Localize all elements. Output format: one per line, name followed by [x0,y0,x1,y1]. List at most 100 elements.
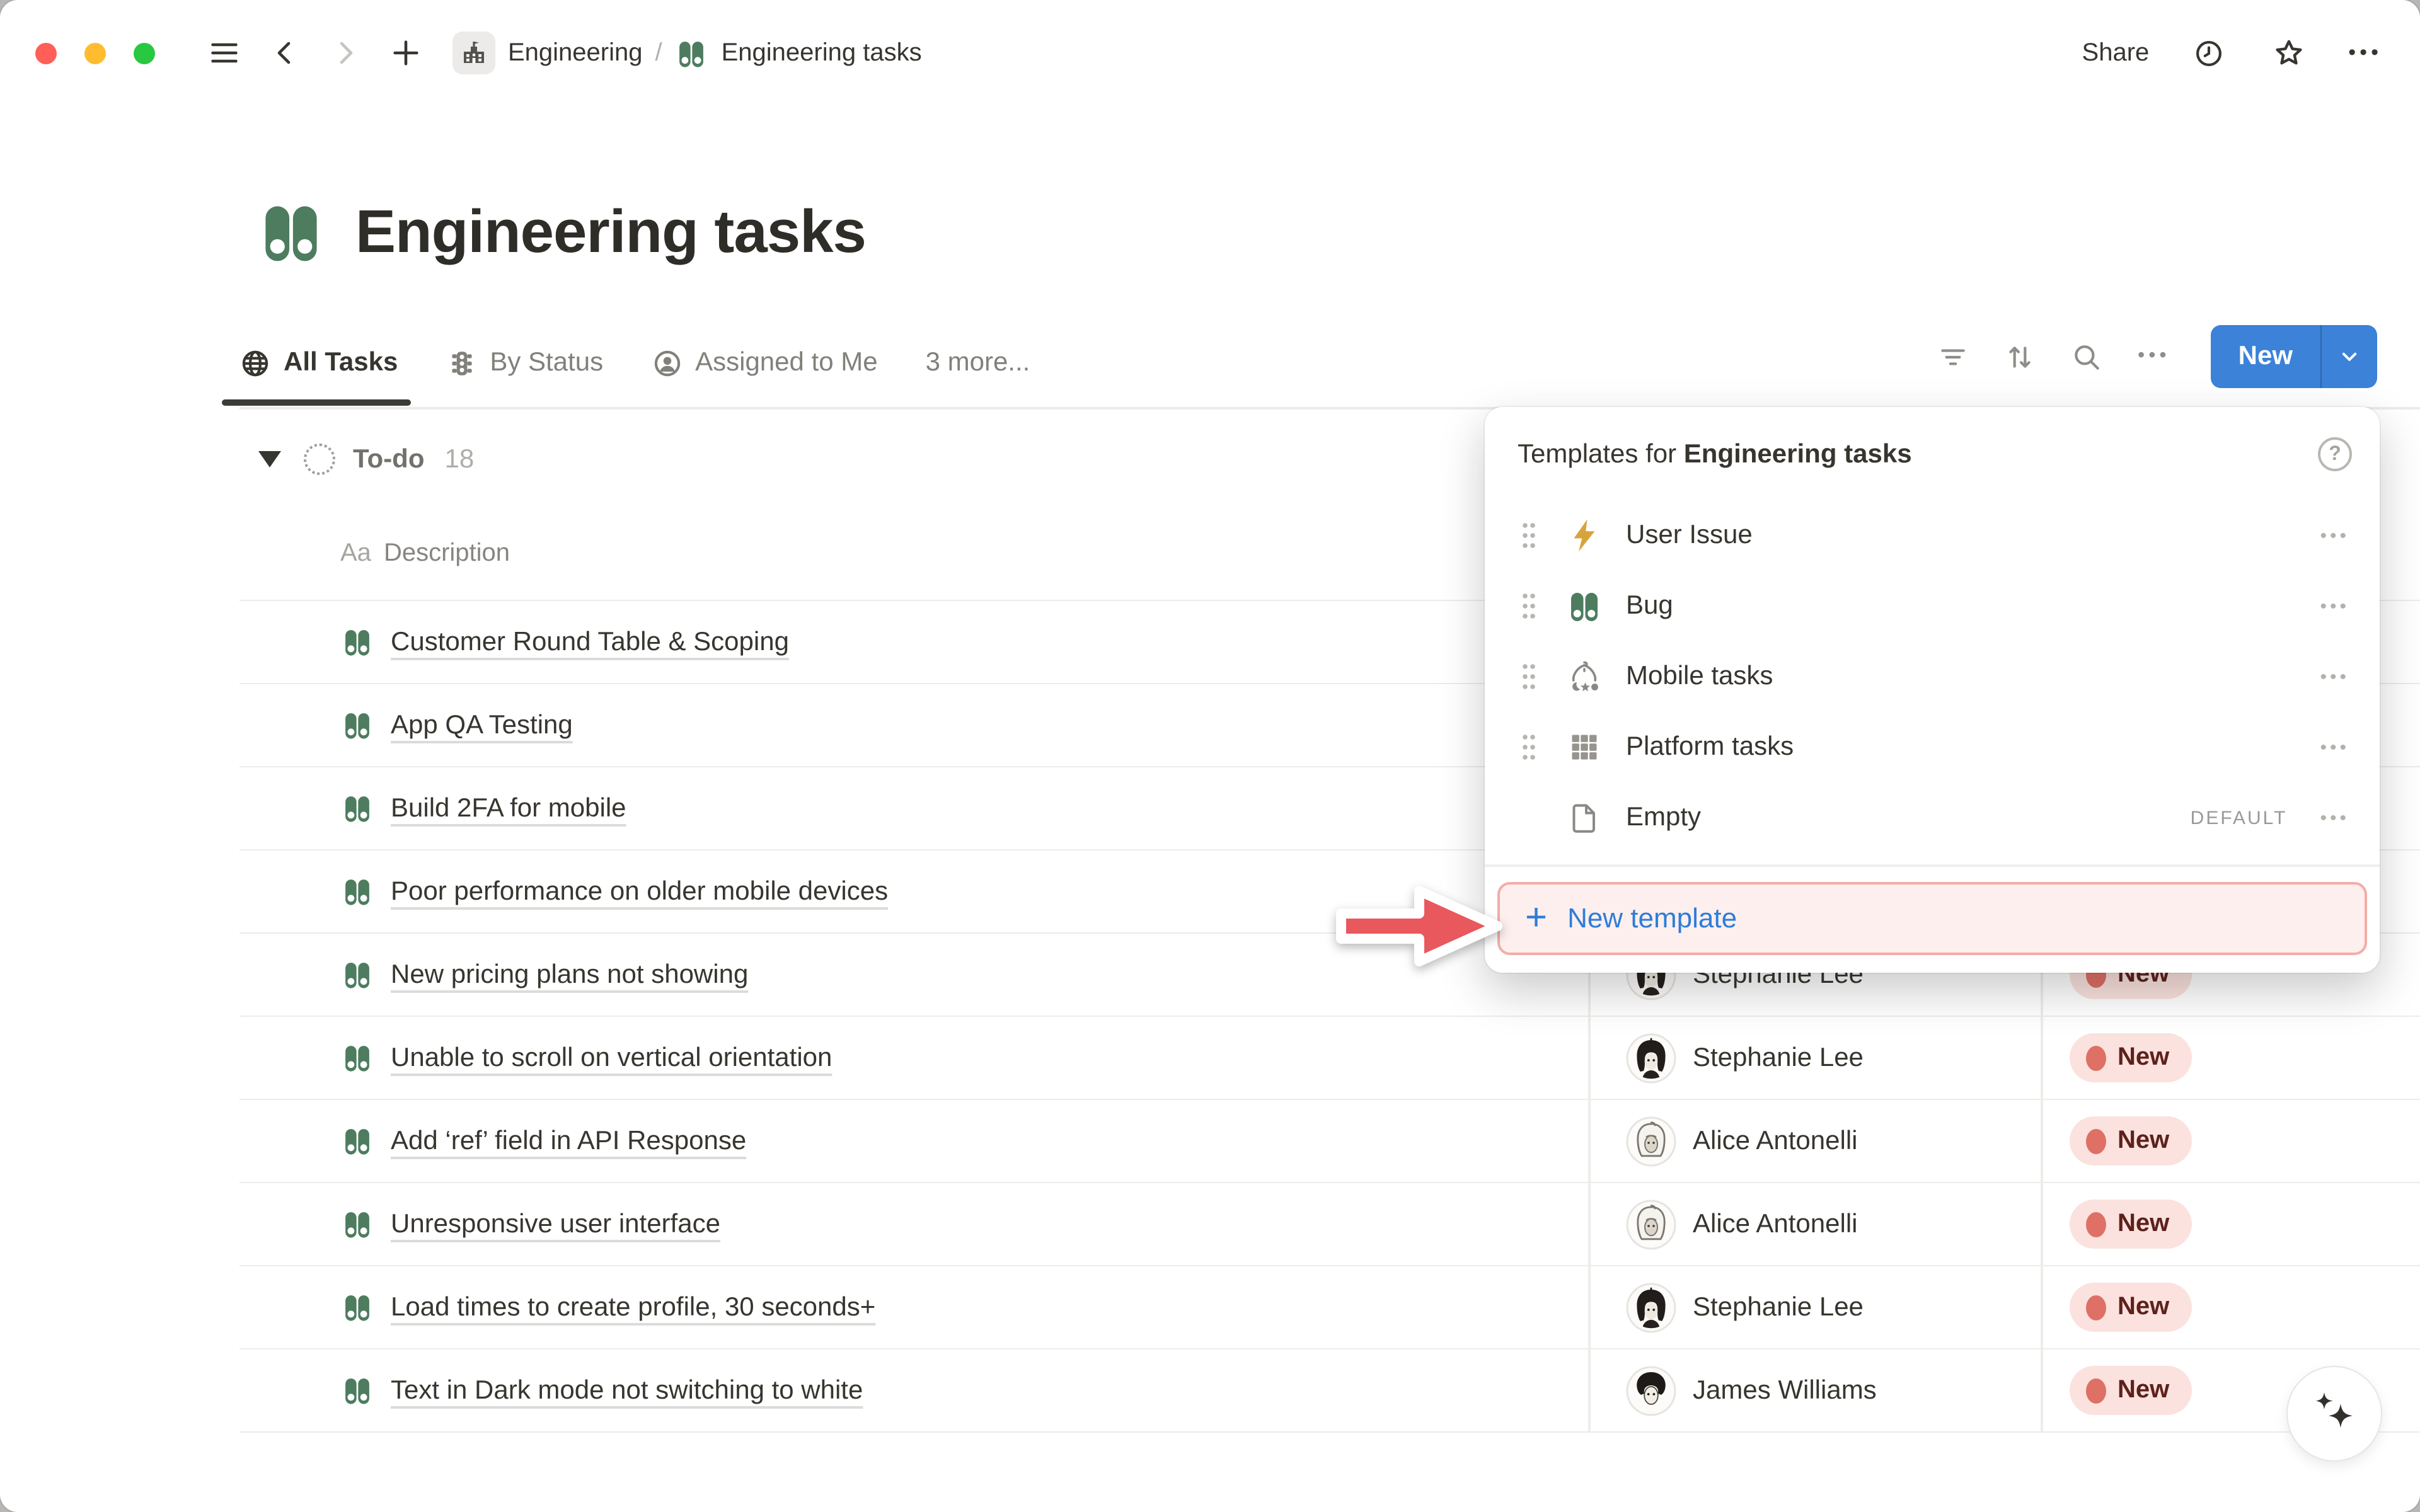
search-icon[interactable] [2071,341,2102,372]
sort-icon[interactable] [2004,341,2036,372]
help-icon[interactable]: ? [2318,437,2352,471]
table-row[interactable]: Add ‘ref’ field in API Response Alice An… [239,1100,2420,1183]
task-description-cell[interactable]: Poor performance on older mobile devices [239,874,888,908]
share-button[interactable]: Share [2082,38,2150,67]
tab-by-status[interactable]: By Status [446,328,603,398]
breadcrumb-page[interactable]: Engineering tasks [675,36,922,70]
back-icon[interactable] [263,32,306,74]
group-header-todo[interactable]: To-do 18 [258,444,474,475]
task-description-cell[interactable]: Add ‘ref’ field in API Response [239,1124,746,1158]
favorite-star-icon[interactable] [2267,32,2310,74]
person-cell[interactable]: Stephanie Lee [1626,1282,1864,1332]
task-title[interactable]: Unable to scroll on vertical orientation [391,1043,832,1073]
template-item[interactable]: Mobile tasks ••• [1485,641,2380,712]
binoculars-icon [340,1373,374,1407]
tab-label: Assigned to Me [695,348,878,378]
disclosure-triangle-icon[interactable] [258,451,281,467]
task-description-cell[interactable]: App QA Testing [239,708,573,742]
status-cell[interactable]: New [2070,1366,2192,1415]
status-label: New [2118,1376,2169,1405]
person-cell[interactable]: Alice Antonelli [1626,1116,1858,1166]
table-row[interactable]: Text in Dark mode not switching to white… [239,1349,2420,1433]
breadcrumb-page-label: Engineering tasks [722,38,922,67]
forward-icon[interactable] [324,32,367,74]
template-item[interactable]: Empty DEFAULT ••• [1485,782,2380,853]
tab-assigned-to-me[interactable]: Assigned to Me [651,328,878,398]
table-row[interactable]: Unresponsive user interface Alice Antone… [239,1183,2420,1266]
status-cell[interactable]: New [2070,1116,2192,1166]
task-title[interactable]: Load times to create profile, 30 seconds… [391,1292,875,1322]
status-cell[interactable]: New [2070,1200,2192,1249]
ai-sparkle-button[interactable] [2286,1366,2382,1462]
popup-divider [1485,864,2380,866]
window-controls [35,42,155,64]
new-button[interactable]: New [2211,325,2320,388]
drag-handle-icon[interactable] [1520,520,1538,551]
status-cell[interactable]: New [2070,1033,2192,1082]
breadcrumb-separator: / [655,38,662,67]
task-title[interactable]: Add ‘ref’ field in API Response [391,1126,746,1156]
template-more-icon[interactable]: ••• [2320,595,2349,617]
sparkles-icon [2307,1386,2362,1441]
zoom-window-button[interactable] [134,42,155,64]
template-item[interactable]: User Issue ••• [1485,500,2380,571]
task-description-cell[interactable]: Text in Dark mode not switching to white [239,1373,863,1407]
task-description-cell[interactable]: Unable to scroll on vertical orientation [239,1041,832,1075]
sidebar-menu-icon[interactable] [203,32,246,74]
filter-icon[interactable] [1937,341,1969,372]
task-description-cell[interactable]: Load times to create profile, 30 seconds… [239,1290,875,1324]
status-badge: New [2070,1116,2192,1166]
task-title[interactable]: Poor performance on older mobile devices [391,876,888,907]
person-cell[interactable]: James Williams [1626,1365,1877,1416]
table-row[interactable]: Load times to create profile, 30 seconds… [239,1266,2420,1349]
breadcrumb-workspace[interactable]: Engineering [508,38,643,67]
template-more-icon[interactable]: ••• [2320,666,2349,687]
status-dot-icon [2086,1128,2106,1154]
task-description-cell[interactable]: Customer Round Table & Scoping [239,625,789,659]
task-title[interactable]: Build 2FA for mobile [391,793,626,823]
view-tabs: All Tasks By Status Assigned to Me 3 mor… [239,328,1030,398]
task-title[interactable]: App QA Testing [391,710,573,740]
drag-handle-icon[interactable] [1520,591,1538,621]
binoculars-icon [340,1124,374,1158]
new-template-button[interactable]: + New template [1497,882,2367,955]
status-cell[interactable]: New [2070,1283,2192,1332]
template-item[interactable]: Bug ••• [1485,571,2380,641]
status-badge: New [2070,1200,2192,1249]
new-template-label: New template [1567,902,1737,935]
history-clock-icon[interactable] [2187,32,2230,74]
template-more-icon[interactable]: ••• [2320,736,2349,758]
column-header-description[interactable]: Aa Description [340,539,510,568]
person-cell[interactable]: Alice Antonelli [1626,1199,1858,1249]
topbar-more-icon[interactable]: ••• [2348,40,2382,66]
task-title[interactable]: Text in Dark mode not switching to white [391,1375,863,1406]
page-title-row: Engineering tasks [255,195,866,268]
workspace-building-icon[interactable] [452,32,495,74]
group-count: 18 [445,444,475,474]
template-item[interactable]: Platform tasks ••• [1485,712,2380,782]
avatar [1626,1199,1676,1249]
template-more-icon[interactable]: ••• [2320,807,2349,828]
avatar [1626,1365,1676,1416]
view-more-icon[interactable]: ••• [2138,345,2170,368]
new-page-plus-icon[interactable] [384,32,427,74]
person-cell[interactable]: Stephanie Lee [1626,1033,1864,1083]
table-row[interactable]: Unable to scroll on vertical orientation… [239,1017,2420,1100]
task-description-cell[interactable]: Build 2FA for mobile [239,791,626,825]
task-description-cell[interactable]: New pricing plans not showing [239,958,748,992]
task-description-cell[interactable]: Unresponsive user interface [239,1207,720,1241]
close-window-button[interactable] [35,42,57,64]
task-title[interactable]: New pricing plans not showing [391,959,748,990]
drag-handle-icon[interactable] [1520,732,1538,762]
task-title[interactable]: Customer Round Table & Scoping [391,627,789,657]
page-title[interactable]: Engineering tasks [355,197,866,266]
new-button-chevron-down-icon[interactable] [2322,325,2377,388]
drag-handle-icon[interactable] [1520,662,1538,692]
minimize-window-button[interactable] [84,42,106,64]
binoculars-icon[interactable] [255,195,328,268]
template-more-icon[interactable]: ••• [2320,525,2349,546]
tab-all-tasks[interactable]: All Tasks [239,328,398,398]
tabs-more-button[interactable]: 3 more... [926,348,1030,378]
template-icon [1565,799,1603,837]
task-title[interactable]: Unresponsive user interface [391,1209,720,1239]
